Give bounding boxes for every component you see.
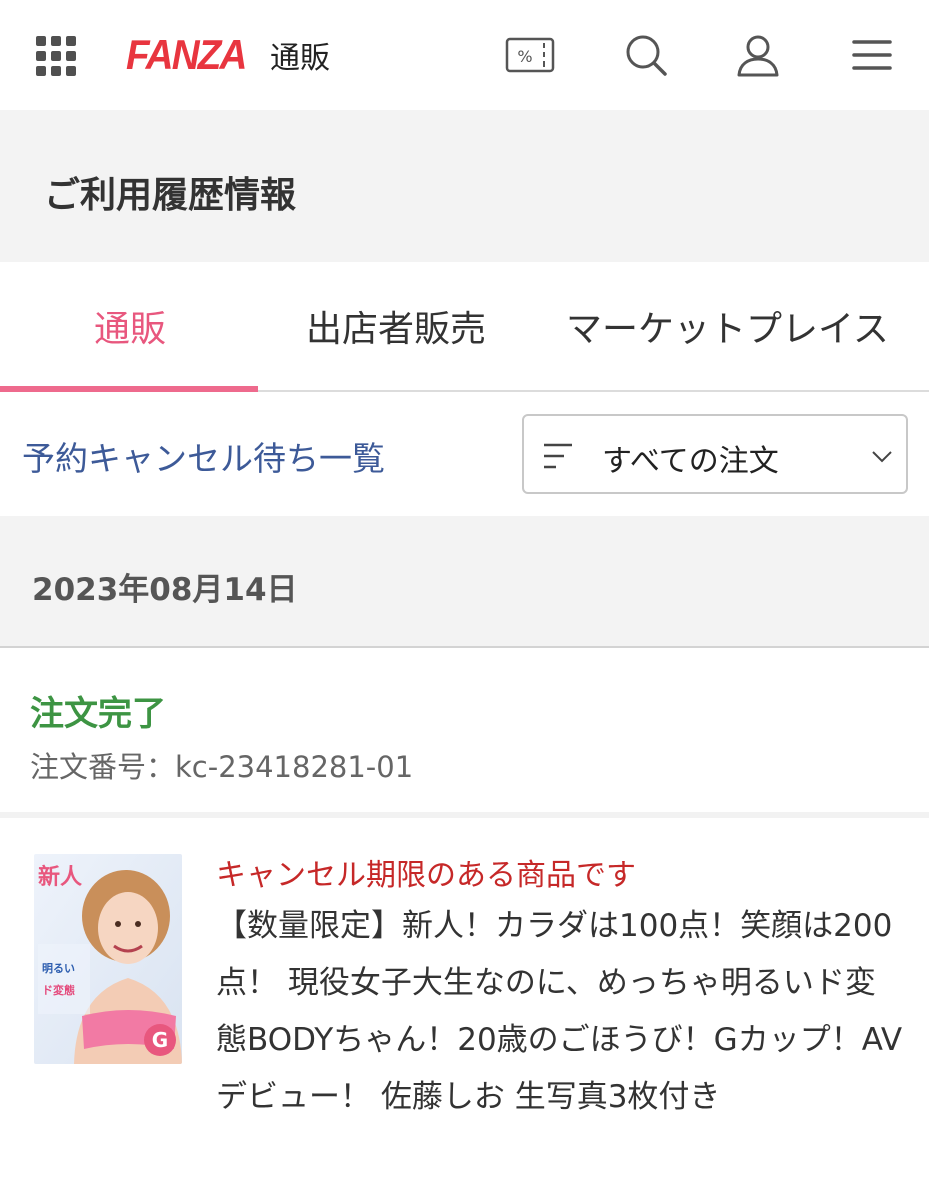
app-header: FANZA 通販 % bbox=[0, 0, 929, 110]
fanza-logo[interactable]: FANZA 通販 bbox=[126, 31, 330, 78]
hamburger-menu-icon[interactable] bbox=[844, 30, 900, 80]
order-filter-value: すべての注文 bbox=[602, 444, 779, 479]
page-title: ご利用履歴情報 bbox=[44, 175, 297, 216]
order-date: 2023年08月14日 bbox=[32, 572, 298, 608]
tab-tsuhan[interactable]: 通販 bbox=[94, 300, 166, 352]
svg-text:G: G bbox=[152, 1028, 168, 1052]
order-number: 注文番号：kc-23418281-01 bbox=[30, 750, 414, 784]
svg-text:ド変態: ド変態 bbox=[42, 983, 75, 997]
tab-seller-sales[interactable]: 出店者販売 bbox=[306, 300, 486, 352]
page-title-band: ご利用履歴情報 bbox=[0, 110, 929, 262]
tab-marketplace[interactable]: マーケットプレイス bbox=[566, 300, 889, 352]
product-item: 明るい ド変態 新人 G キャンセル期限のある商品です 【数量限定】新人！カラダ… bbox=[0, 824, 929, 1200]
chevron-down-icon bbox=[872, 451, 892, 463]
search-icon[interactable] bbox=[618, 30, 674, 80]
coupon-icon[interactable]: % bbox=[502, 30, 558, 80]
user-icon[interactable] bbox=[730, 30, 786, 80]
product-title[interactable]: 【数量限定】新人！カラダは100点！笑顔は200点！ 現役女子大生なのに、めっち… bbox=[216, 898, 906, 1126]
svg-text:%: % bbox=[517, 47, 532, 66]
order-date-band: 2023年08月14日 bbox=[0, 516, 929, 648]
cancel-deadline-note: キャンセル期限のある商品です bbox=[216, 858, 636, 893]
tab-bar: 通販 出店者販売 マーケットプレイス bbox=[0, 262, 929, 392]
order-filter-select[interactable]: すべての注文 bbox=[522, 414, 908, 494]
product-info: キャンセル期限のある商品です 【数量限定】新人！カラダは100点！笑顔は200点… bbox=[216, 856, 906, 1126]
svg-text:明るい: 明るい bbox=[42, 962, 75, 975]
brand-sub: 通販 bbox=[270, 41, 330, 76]
brand-name: FANZA bbox=[126, 31, 247, 78]
order-status: 注文完了 bbox=[30, 694, 166, 734]
sort-lines-icon bbox=[544, 443, 572, 469]
reservation-cancel-list-link[interactable]: 予約キャンセル待ち一覧 bbox=[22, 432, 385, 480]
grid-menu-icon[interactable] bbox=[36, 36, 78, 76]
svg-text:新人: 新人 bbox=[38, 864, 82, 890]
product-thumbnail[interactable]: 明るい ド変態 新人 G bbox=[34, 854, 182, 1064]
filter-row: 予約キャンセル待ち一覧 すべての注文 bbox=[0, 392, 929, 516]
order-header: 注文完了 注文番号：kc-23418281-01 bbox=[0, 648, 929, 818]
